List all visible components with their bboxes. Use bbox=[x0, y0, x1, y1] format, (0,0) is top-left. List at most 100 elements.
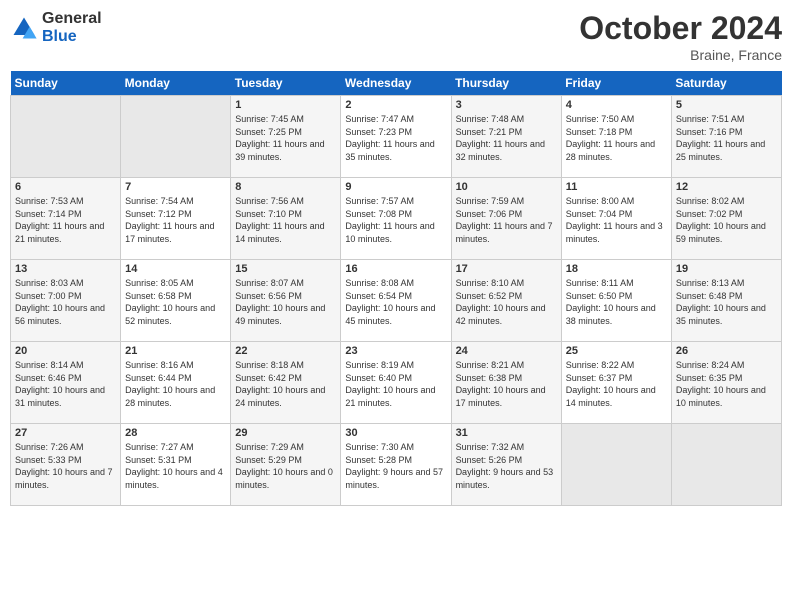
day-number: 1 bbox=[235, 99, 336, 111]
day-info: Sunrise: 8:19 AMSunset: 6:40 PMDaylight:… bbox=[345, 359, 446, 409]
calendar-table: SundayMondayTuesdayWednesdayThursdayFrid… bbox=[10, 71, 782, 506]
logo-blue: Blue bbox=[42, 28, 102, 46]
day-info: Sunrise: 8:11 AMSunset: 6:50 PMDaylight:… bbox=[566, 277, 667, 327]
day-cell: 21 Sunrise: 8:16 AMSunset: 6:44 PMDayligh… bbox=[121, 342, 231, 424]
title-block: October 2024 Braine, France bbox=[579, 10, 782, 63]
day-number: 8 bbox=[235, 181, 336, 193]
day-number: 26 bbox=[676, 345, 777, 357]
day-number: 27 bbox=[15, 427, 116, 439]
day-info: Sunrise: 8:13 AMSunset: 6:48 PMDaylight:… bbox=[676, 277, 777, 327]
day-info: Sunrise: 7:57 AMSunset: 7:08 PMDaylight:… bbox=[345, 195, 446, 245]
day-info: Sunrise: 8:16 AMSunset: 6:44 PMDaylight:… bbox=[125, 359, 226, 409]
day-cell: 3 Sunrise: 7:48 AMSunset: 7:21 PMDaylight… bbox=[451, 96, 561, 178]
day-number: 25 bbox=[566, 345, 667, 357]
day-cell: 1Sunrise: 7:45 AMSunset: 7:25 PMDaylight… bbox=[231, 96, 341, 178]
day-cell: 25 Sunrise: 8:22 AMSunset: 6:37 PMDayligh… bbox=[561, 342, 671, 424]
week-row-1: 1Sunrise: 7:45 AMSunset: 7:25 PMDaylight… bbox=[11, 96, 782, 178]
location: Braine, France bbox=[579, 47, 782, 63]
day-number: 6 bbox=[15, 181, 116, 193]
day-cell: 18 Sunrise: 8:11 AMSunset: 6:50 PMDayligh… bbox=[561, 260, 671, 342]
day-cell bbox=[561, 424, 671, 506]
day-info: Sunrise: 7:59 AMSunset: 7:06 PMDaylight:… bbox=[456, 195, 557, 245]
day-number: 7 bbox=[125, 181, 226, 193]
day-info: Sunrise: 7:48 AMSunset: 7:21 PMDaylight:… bbox=[456, 113, 557, 163]
day-number: 13 bbox=[15, 263, 116, 275]
weekday-header-row: SundayMondayTuesdayWednesdayThursdayFrid… bbox=[11, 71, 782, 96]
day-info: Sunrise: 8:21 AMSunset: 6:38 PMDaylight:… bbox=[456, 359, 557, 409]
day-number: 10 bbox=[456, 181, 557, 193]
logo-text: General Blue bbox=[42, 10, 102, 45]
day-info: Sunrise: 7:54 AMSunset: 7:12 PMDaylight:… bbox=[125, 195, 226, 245]
day-number: 30 bbox=[345, 427, 446, 439]
day-info: Sunrise: 8:24 AMSunset: 6:35 PMDaylight:… bbox=[676, 359, 777, 409]
day-cell: 24 Sunrise: 8:21 AMSunset: 6:38 PMDayligh… bbox=[451, 342, 561, 424]
day-number: 3 bbox=[456, 99, 557, 111]
day-info: Sunrise: 8:14 AMSunset: 6:46 PMDaylight:… bbox=[15, 359, 116, 409]
day-info: Sunrise: 8:05 AMSunset: 6:58 PMDaylight:… bbox=[125, 277, 226, 327]
day-info: Sunrise: 8:22 AMSunset: 6:37 PMDaylight:… bbox=[566, 359, 667, 409]
day-info: Sunrise: 7:26 AMSunset: 5:33 PMDaylight:… bbox=[15, 441, 116, 491]
day-number: 2 bbox=[345, 99, 446, 111]
day-info: Sunrise: 7:32 AMSunset: 5:26 PMDaylight:… bbox=[456, 441, 557, 491]
day-number: 23 bbox=[345, 345, 446, 357]
logo-icon bbox=[10, 14, 38, 42]
day-info: Sunrise: 7:51 AMSunset: 7:16 PMDaylight:… bbox=[676, 113, 777, 163]
day-cell: 9 Sunrise: 7:57 AMSunset: 7:08 PMDaylight… bbox=[341, 178, 451, 260]
day-number: 16 bbox=[345, 263, 446, 275]
day-cell bbox=[11, 96, 121, 178]
day-number: 4 bbox=[566, 99, 667, 111]
day-number: 20 bbox=[15, 345, 116, 357]
day-cell: 4 Sunrise: 7:50 AMSunset: 7:18 PMDaylight… bbox=[561, 96, 671, 178]
day-cell: 30 Sunrise: 7:30 AMSunset: 5:28 PMDayligh… bbox=[341, 424, 451, 506]
logo: General Blue bbox=[10, 10, 102, 45]
day-cell: 31Sunrise: 7:32 AMSunset: 5:26 PMDayligh… bbox=[451, 424, 561, 506]
day-info: Sunrise: 8:08 AMSunset: 6:54 PMDaylight:… bbox=[345, 277, 446, 327]
day-info: Sunrise: 7:47 AMSunset: 7:23 PMDaylight:… bbox=[345, 113, 446, 163]
week-row-3: 13 Sunrise: 8:03 AMSunset: 7:00 PMDayligh… bbox=[11, 260, 782, 342]
day-cell: 22Sunrise: 8:18 AMSunset: 6:42 PMDayligh… bbox=[231, 342, 341, 424]
logo-general: General bbox=[42, 10, 102, 28]
weekday-header-saturday: Saturday bbox=[671, 71, 781, 96]
day-number: 21 bbox=[125, 345, 226, 357]
day-info: Sunrise: 7:27 AMSunset: 5:31 PMDaylight:… bbox=[125, 441, 226, 491]
day-number: 17 bbox=[456, 263, 557, 275]
day-number: 22 bbox=[235, 345, 336, 357]
day-cell: 20 Sunrise: 8:14 AMSunset: 6:46 PMDayligh… bbox=[11, 342, 121, 424]
day-info: Sunrise: 8:03 AMSunset: 7:00 PMDaylight:… bbox=[15, 277, 116, 327]
day-number: 14 bbox=[125, 263, 226, 275]
month-title: October 2024 bbox=[579, 10, 782, 47]
day-cell: 23 Sunrise: 8:19 AMSunset: 6:40 PMDayligh… bbox=[341, 342, 451, 424]
day-info: Sunrise: 8:10 AMSunset: 6:52 PMDaylight:… bbox=[456, 277, 557, 327]
day-cell: 16 Sunrise: 8:08 AMSunset: 6:54 PMDayligh… bbox=[341, 260, 451, 342]
day-info: Sunrise: 7:29 AMSunset: 5:29 PMDaylight:… bbox=[235, 441, 336, 491]
day-number: 19 bbox=[676, 263, 777, 275]
weekday-header-monday: Monday bbox=[121, 71, 231, 96]
day-cell bbox=[121, 96, 231, 178]
day-cell: 19 Sunrise: 8:13 AMSunset: 6:48 PMDayligh… bbox=[671, 260, 781, 342]
week-row-4: 20 Sunrise: 8:14 AMSunset: 6:46 PMDayligh… bbox=[11, 342, 782, 424]
weekday-header-tuesday: Tuesday bbox=[231, 71, 341, 96]
week-row-5: 27 Sunrise: 7:26 AMSunset: 5:33 PMDayligh… bbox=[11, 424, 782, 506]
day-number: 24 bbox=[456, 345, 557, 357]
day-info: Sunrise: 7:56 AMSunset: 7:10 PMDaylight:… bbox=[235, 195, 336, 245]
day-info: Sunrise: 7:30 AMSunset: 5:28 PMDaylight:… bbox=[345, 441, 446, 491]
day-cell: 7 Sunrise: 7:54 AMSunset: 7:12 PMDaylight… bbox=[121, 178, 231, 260]
day-cell: 27 Sunrise: 7:26 AMSunset: 5:33 PMDayligh… bbox=[11, 424, 121, 506]
day-info: Sunrise: 8:00 AMSunset: 7:04 PMDaylight:… bbox=[566, 195, 667, 245]
day-info: Sunrise: 8:07 AMSunset: 6:56 PMDaylight:… bbox=[235, 277, 336, 327]
day-cell: 13 Sunrise: 8:03 AMSunset: 7:00 PMDayligh… bbox=[11, 260, 121, 342]
weekday-header-sunday: Sunday bbox=[11, 71, 121, 96]
day-info: Sunrise: 7:53 AMSunset: 7:14 PMDaylight:… bbox=[15, 195, 116, 245]
day-cell bbox=[671, 424, 781, 506]
day-cell: 12Sunrise: 8:02 AMSunset: 7:02 PMDayligh… bbox=[671, 178, 781, 260]
day-cell: 17 Sunrise: 8:10 AMSunset: 6:52 PMDayligh… bbox=[451, 260, 561, 342]
day-number: 12 bbox=[676, 181, 777, 193]
day-info: Sunrise: 7:50 AMSunset: 7:18 PMDaylight:… bbox=[566, 113, 667, 163]
weekday-header-friday: Friday bbox=[561, 71, 671, 96]
day-number: 9 bbox=[345, 181, 446, 193]
day-cell: 10 Sunrise: 7:59 AMSunset: 7:06 PMDayligh… bbox=[451, 178, 561, 260]
day-number: 11 bbox=[566, 181, 667, 193]
day-number: 18 bbox=[566, 263, 667, 275]
day-number: 28 bbox=[125, 427, 226, 439]
day-cell: 11 Sunrise: 8:00 AMSunset: 7:04 PMDayligh… bbox=[561, 178, 671, 260]
